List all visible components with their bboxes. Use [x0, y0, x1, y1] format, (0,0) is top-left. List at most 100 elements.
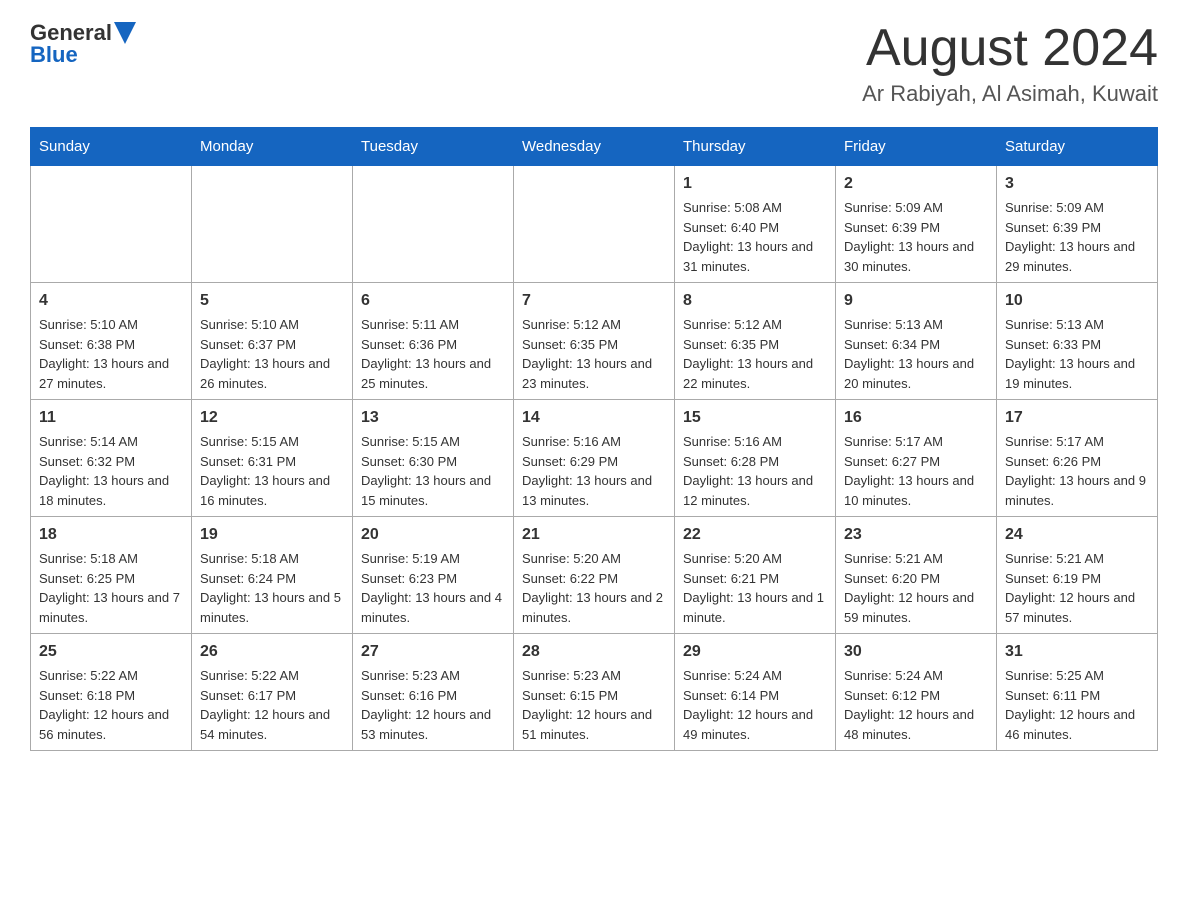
day-number: 17 [1005, 406, 1149, 430]
calendar-cell: 12 Sunrise: 5:15 AM Sunset: 6:31 PM Dayli… [192, 400, 353, 517]
calendar-cell: 18Sunrise: 5:18 AM Sunset: 6:25 PM Dayli… [31, 517, 192, 634]
day-number: 20 [361, 523, 505, 547]
calendar-week-row: 25 Sunrise: 5:22 AM Sunset: 6:18 PM Dayli… [31, 634, 1158, 751]
calendar-cell: 9Sunrise: 5:13 AM Sunset: 6:34 PM Daylig… [836, 283, 997, 400]
calendar-cell: 10 Sunrise: 5:13 AM Sunset: 6:33 PM Dayli… [997, 283, 1158, 400]
day-number: 26 [200, 640, 344, 664]
calendar-cell [353, 166, 514, 283]
day-info: Sunrise: 5:15 AM Sunset: 6:31 PM Dayligh… [200, 434, 330, 508]
day-number: 1 [683, 172, 827, 196]
day-number: 12 [200, 406, 344, 430]
day-info: Sunrise: 5:23 AM Sunset: 6:15 PM Dayligh… [522, 668, 652, 742]
day-info: Sunrise: 5:12 AM Sunset: 6:35 PM Dayligh… [683, 317, 813, 391]
calendar-cell: 28 Sunrise: 5:23 AM Sunset: 6:15 PM Dayli… [514, 634, 675, 751]
day-number: 23 [844, 523, 988, 547]
month-title: August 2024 [862, 20, 1158, 77]
day-info: Sunrise: 5:16 AM Sunset: 6:28 PM Dayligh… [683, 434, 813, 508]
day-number: 14 [522, 406, 666, 430]
calendar-cell [514, 166, 675, 283]
calendar-cell: 25 Sunrise: 5:22 AM Sunset: 6:18 PM Dayli… [31, 634, 192, 751]
calendar-cell: 31 Sunrise: 5:25 AM Sunset: 6:11 PM Dayli… [997, 634, 1158, 751]
day-info: Sunrise: 5:24 AM Sunset: 6:12 PM Dayligh… [844, 668, 974, 742]
day-info: Sunrise: 5:16 AM Sunset: 6:29 PM Dayligh… [522, 434, 652, 508]
calendar-cell: 4 Sunrise: 5:10 AM Sunset: 6:38 PM Daylig… [31, 283, 192, 400]
day-info: Sunrise: 5:21 AM Sunset: 6:19 PM Dayligh… [1005, 551, 1135, 625]
day-number: 22 [683, 523, 827, 547]
day-number: 30 [844, 640, 988, 664]
day-number: 7 [522, 289, 666, 313]
calendar-cell: 19 Sunrise: 5:18 AM Sunset: 6:24 PM Dayli… [192, 517, 353, 634]
day-number: 13 [361, 406, 505, 430]
calendar-header-monday: Monday [192, 128, 353, 166]
calendar-cell: 24Sunrise: 5:21 AM Sunset: 6:19 PM Dayli… [997, 517, 1158, 634]
day-number: 4 [39, 289, 183, 313]
day-info: Sunrise: 5:25 AM Sunset: 6:11 PM Dayligh… [1005, 668, 1135, 742]
calendar-cell: 29 Sunrise: 5:24 AM Sunset: 6:14 PM Dayli… [675, 634, 836, 751]
calendar-cell: 5Sunrise: 5:10 AM Sunset: 6:37 PM Daylig… [192, 283, 353, 400]
day-number: 11 [39, 406, 183, 430]
day-number: 28 [522, 640, 666, 664]
day-info: Sunrise: 5:13 AM Sunset: 6:34 PM Dayligh… [844, 317, 974, 391]
calendar-header-friday: Friday [836, 128, 997, 166]
logo-icon [114, 22, 136, 44]
calendar-cell: 22 Sunrise: 5:20 AM Sunset: 6:21 PM Dayli… [675, 517, 836, 634]
day-number: 29 [683, 640, 827, 664]
calendar-cell: 17Sunrise: 5:17 AM Sunset: 6:26 PM Dayli… [997, 400, 1158, 517]
day-info: Sunrise: 5:13 AM Sunset: 6:33 PM Dayligh… [1005, 317, 1135, 391]
calendar-cell: 26Sunrise: 5:22 AM Sunset: 6:17 PM Dayli… [192, 634, 353, 751]
day-number: 6 [361, 289, 505, 313]
calendar-header-wednesday: Wednesday [514, 128, 675, 166]
calendar-header-thursday: Thursday [675, 128, 836, 166]
calendar-header-tuesday: Tuesday [353, 128, 514, 166]
calendar-cell: 15Sunrise: 5:16 AM Sunset: 6:28 PM Dayli… [675, 400, 836, 517]
calendar-week-row: 11 Sunrise: 5:14 AM Sunset: 6:32 PM Dayli… [31, 400, 1158, 517]
day-number: 16 [844, 406, 988, 430]
calendar-header-sunday: Sunday [31, 128, 192, 166]
calendar-week-row: 18Sunrise: 5:18 AM Sunset: 6:25 PM Dayli… [31, 517, 1158, 634]
calendar-table: SundayMondayTuesdayWednesdayThursdayFrid… [30, 127, 1158, 751]
day-number: 10 [1005, 289, 1149, 313]
calendar-cell: 21 Sunrise: 5:20 AM Sunset: 6:22 PM Dayli… [514, 517, 675, 634]
day-info: Sunrise: 5:24 AM Sunset: 6:14 PM Dayligh… [683, 668, 813, 742]
day-number: 25 [39, 640, 183, 664]
day-number: 3 [1005, 172, 1149, 196]
day-info: Sunrise: 5:18 AM Sunset: 6:24 PM Dayligh… [200, 551, 341, 625]
calendar-cell: 8 Sunrise: 5:12 AM Sunset: 6:35 PM Daylig… [675, 283, 836, 400]
calendar-cell: 2Sunrise: 5:09 AM Sunset: 6:39 PM Daylig… [836, 166, 997, 283]
calendar-cell: 1Sunrise: 5:08 AM Sunset: 6:40 PM Daylig… [675, 166, 836, 283]
calendar-header-saturday: Saturday [997, 128, 1158, 166]
logo-blue: Blue [30, 42, 78, 68]
day-number: 2 [844, 172, 988, 196]
calendar-cell: 23 Sunrise: 5:21 AM Sunset: 6:20 PM Dayli… [836, 517, 997, 634]
calendar-week-row: 1Sunrise: 5:08 AM Sunset: 6:40 PM Daylig… [31, 166, 1158, 283]
page-header: General Blue August 2024 Ar Rabiyah, Al … [30, 20, 1158, 107]
day-info: Sunrise: 5:12 AM Sunset: 6:35 PM Dayligh… [522, 317, 652, 391]
calendar-cell: 30 Sunrise: 5:24 AM Sunset: 6:12 PM Dayli… [836, 634, 997, 751]
day-info: Sunrise: 5:22 AM Sunset: 6:18 PM Dayligh… [39, 668, 169, 742]
calendar-week-row: 4 Sunrise: 5:10 AM Sunset: 6:38 PM Daylig… [31, 283, 1158, 400]
calendar-cell: 11 Sunrise: 5:14 AM Sunset: 6:32 PM Dayli… [31, 400, 192, 517]
day-number: 19 [200, 523, 344, 547]
calendar-cell: 13Sunrise: 5:15 AM Sunset: 6:30 PM Dayli… [353, 400, 514, 517]
day-info: Sunrise: 5:10 AM Sunset: 6:38 PM Dayligh… [39, 317, 169, 391]
day-info: Sunrise: 5:21 AM Sunset: 6:20 PM Dayligh… [844, 551, 974, 625]
calendar-header-row: SundayMondayTuesdayWednesdayThursdayFrid… [31, 128, 1158, 166]
logo: General Blue [30, 20, 136, 68]
calendar-cell: 6 Sunrise: 5:11 AM Sunset: 6:36 PM Daylig… [353, 283, 514, 400]
location-title: Ar Rabiyah, Al Asimah, Kuwait [862, 81, 1158, 107]
day-info: Sunrise: 5:14 AM Sunset: 6:32 PM Dayligh… [39, 434, 169, 508]
calendar-cell: 3Sunrise: 5:09 AM Sunset: 6:39 PM Daylig… [997, 166, 1158, 283]
day-number: 27 [361, 640, 505, 664]
day-number: 21 [522, 523, 666, 547]
day-number: 31 [1005, 640, 1149, 664]
day-info: Sunrise: 5:10 AM Sunset: 6:37 PM Dayligh… [200, 317, 330, 391]
day-info: Sunrise: 5:19 AM Sunset: 6:23 PM Dayligh… [361, 551, 502, 625]
day-number: 8 [683, 289, 827, 313]
day-info: Sunrise: 5:11 AM Sunset: 6:36 PM Dayligh… [361, 317, 491, 391]
day-info: Sunrise: 5:20 AM Sunset: 6:21 PM Dayligh… [683, 551, 824, 625]
title-section: August 2024 Ar Rabiyah, Al Asimah, Kuwai… [862, 20, 1158, 107]
calendar-cell: 20 Sunrise: 5:19 AM Sunset: 6:23 PM Dayli… [353, 517, 514, 634]
calendar-cell: 7 Sunrise: 5:12 AM Sunset: 6:35 PM Daylig… [514, 283, 675, 400]
calendar-cell: 14 Sunrise: 5:16 AM Sunset: 6:29 PM Dayli… [514, 400, 675, 517]
day-info: Sunrise: 5:20 AM Sunset: 6:22 PM Dayligh… [522, 551, 663, 625]
